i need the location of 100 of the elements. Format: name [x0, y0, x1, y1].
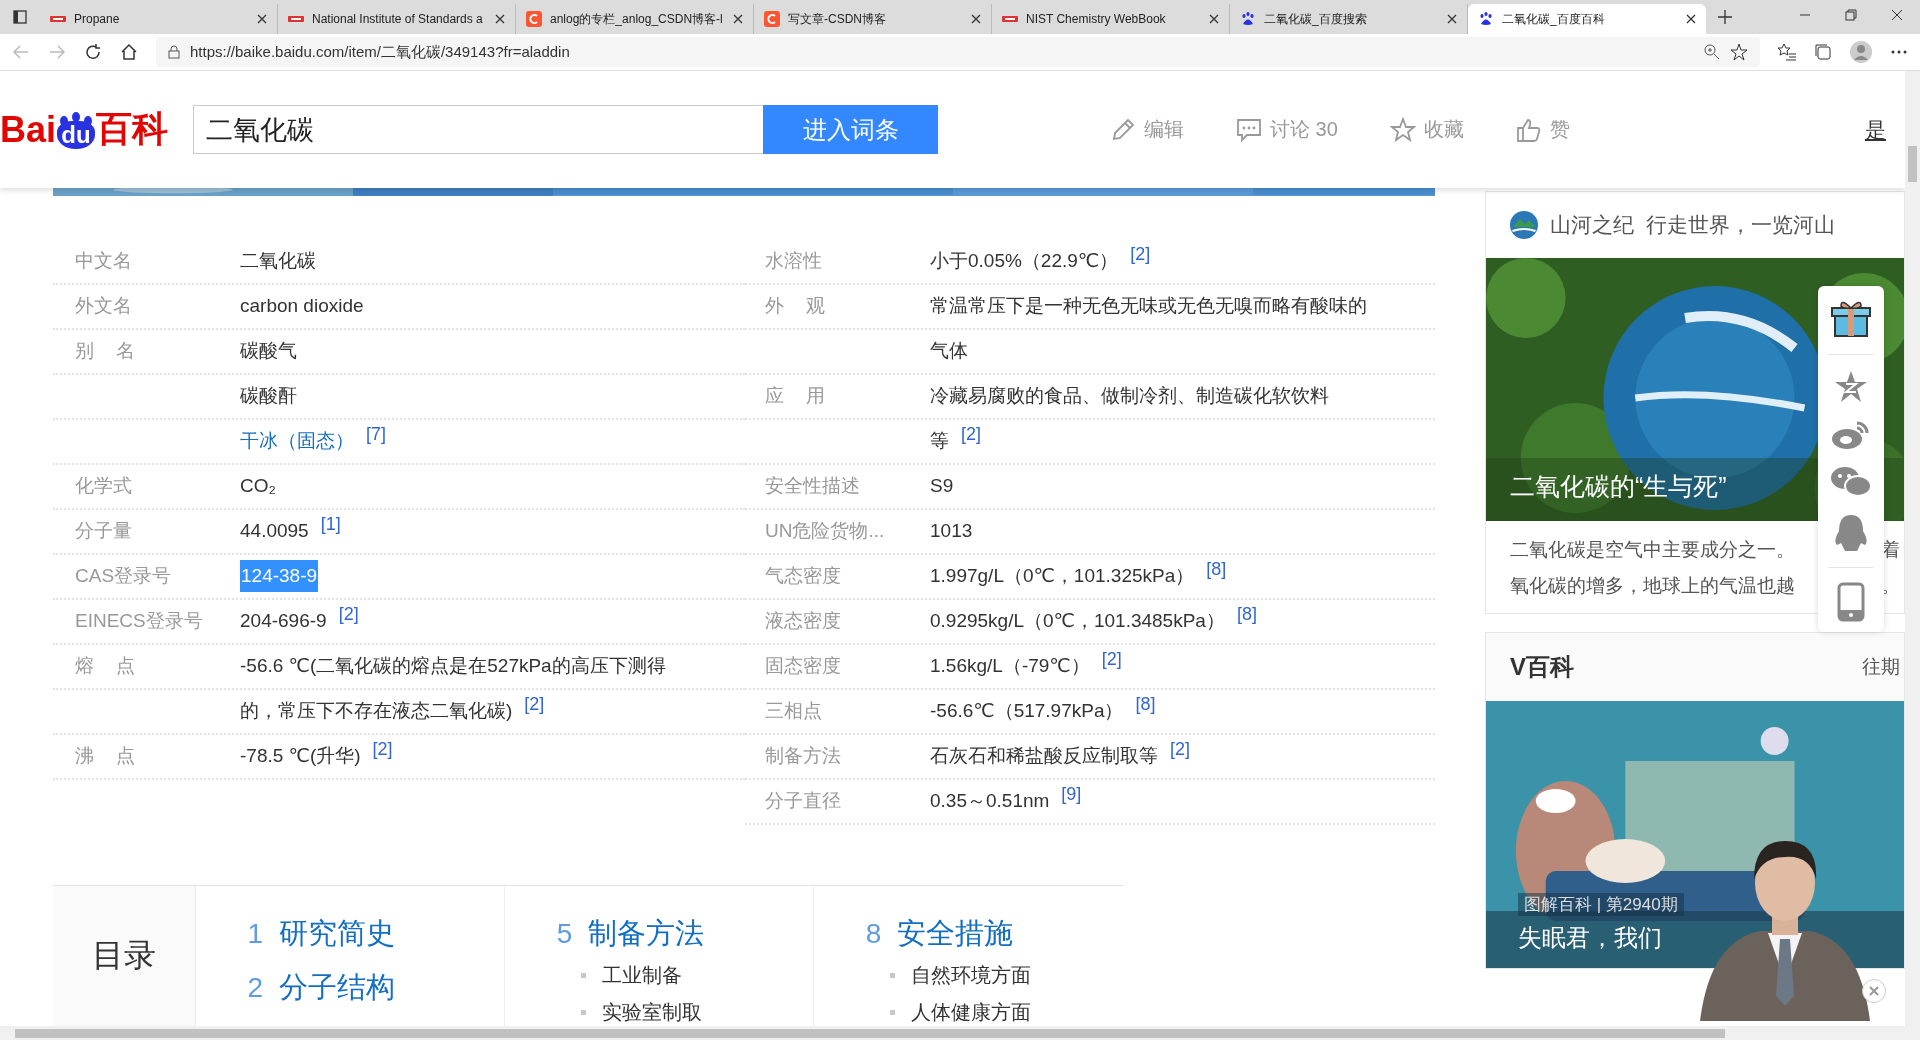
field-value: 1013 — [930, 520, 973, 543]
paw-icon — [1478, 11, 1494, 27]
browser-tab[interactable]: 二氧化碳_百度百科 — [1468, 4, 1706, 34]
value-link[interactable]: 干冰（固态） — [240, 428, 354, 455]
field-value: 冷藏易腐败的食品、做制冷剂、制造碳化软饮料 — [930, 384, 1329, 409]
tab-actions-icon[interactable] — [13, 10, 27, 24]
search-button[interactable]: 进入词条 — [763, 105, 938, 154]
bullet-icon — [889, 972, 895, 978]
logo-icon — [764, 11, 780, 27]
field-label: 中文名 — [75, 250, 132, 272]
reference-link[interactable]: [1] — [320, 513, 341, 535]
new-tab-icon[interactable] — [1718, 10, 1732, 24]
reference-link[interactable]: [2] — [1130, 243, 1151, 265]
field-value: 碳酸气 — [240, 339, 297, 364]
close-icon[interactable] — [733, 14, 743, 24]
avatar-icon[interactable] — [1850, 41, 1872, 63]
site-icon — [1002, 15, 1018, 23]
more-link[interactable]: 往期 — [1862, 654, 1900, 680]
field-label: 外文名 — [75, 295, 132, 317]
thumbs-up-icon — [1515, 116, 1542, 143]
bullet-icon — [889, 1009, 895, 1015]
logo-icon — [526, 11, 542, 27]
toc-link[interactable]: 研究简史 — [279, 913, 396, 954]
action-button[interactable]: 收藏 — [1389, 116, 1464, 143]
reference-link[interactable]: [2] — [524, 693, 545, 715]
toc-link[interactable]: 安全措施 — [897, 913, 1014, 954]
summary-text: 二氧化碳是空气中主要成分之一。 — [1510, 538, 1795, 562]
field-label: 气态密度 — [765, 565, 841, 587]
action-button[interactable]: 赞 — [1515, 116, 1570, 143]
zoom-icon[interactable] — [1704, 44, 1720, 60]
reference-link[interactable]: [8] — [1135, 693, 1156, 715]
field-value: 气体 — [930, 339, 968, 364]
toc-link[interactable]: 制备方法 — [588, 913, 705, 954]
paw-icon — [1240, 11, 1256, 27]
action-button[interactable]: 讨论 30 — [1236, 116, 1338, 143]
field-label: 水溶性 — [765, 250, 822, 272]
reference-link[interactable]: [2] — [1170, 738, 1190, 760]
scrollbar-thumb[interactable] — [15, 1029, 1725, 1038]
toc-sublink[interactable]: 实验室制取 — [601, 998, 702, 1026]
swirl-eye-icon[interactable] — [1831, 419, 1871, 451]
site-logo[interactable]: Bai du 百科 — [0, 105, 193, 154]
channel-slogan: 行走世界，一览河山 — [1646, 212, 1835, 238]
toc-link[interactable]: 分子结构 — [279, 967, 396, 1008]
reference-link[interactable]: [2] — [1101, 648, 1122, 670]
site-icon — [288, 15, 304, 23]
toc-sublink[interactable]: 人体健康方面 — [910, 998, 1031, 1026]
action-button[interactable]: 编辑 — [1110, 116, 1184, 143]
close-button[interactable] — [1862, 979, 1886, 1003]
close-icon[interactable] — [1686, 14, 1696, 24]
field-label: 熔 点 — [75, 655, 136, 677]
field-label: 外 观 — [765, 295, 826, 317]
home-icon[interactable] — [120, 43, 138, 61]
field-label: UN危险货物... — [765, 520, 885, 542]
reference-link[interactable]: [2] — [338, 603, 359, 625]
field-value: 1.56kg/L（-79℃） — [930, 654, 1090, 679]
field-value: -56.6 ℃(二氧化碳的熔点是在527kPa的高压下测得 — [240, 654, 666, 679]
field-value: 碳酸酐 — [240, 384, 297, 409]
field-value: 石灰石和稀盐酸反应制取等 — [930, 744, 1158, 769]
close-icon[interactable] — [971, 14, 981, 24]
field-value: 0.35～0.51nm — [930, 789, 1050, 814]
close-icon[interactable] — [257, 14, 267, 24]
penguin-icon[interactable] — [1833, 513, 1869, 553]
address-field[interactable]: https://baike.baidu.com/item/二氧化碳/349143?fr=aladdin — [156, 37, 1760, 67]
close-icon[interactable] — [1447, 14, 1457, 24]
field-value: CO₂ — [240, 475, 276, 498]
reference-link[interactable]: [9] — [1061, 783, 1082, 805]
toc-number: 1 — [247, 917, 264, 950]
field-value: -78.5 ℃(升华) — [240, 744, 361, 769]
more-icon[interactable] — [1890, 49, 1908, 55]
header-link[interactable]: 是 — [1865, 115, 1905, 144]
field-label: 固态密度 — [765, 655, 841, 677]
picture-caption[interactable]: 失眠君，我们 — [1518, 922, 1662, 954]
toc-sublink[interactable]: 自然环境方面 — [910, 961, 1031, 989]
reference-link[interactable]: [8] — [1236, 603, 1257, 625]
summary-text: 着 — [1881, 538, 1900, 562]
field-value: 等 — [930, 429, 949, 454]
toc-sublink[interactable]: 工业制备 — [601, 961, 682, 989]
reference-link[interactable]: [8] — [1206, 558, 1227, 580]
field-label: 分子量 — [75, 520, 132, 542]
channel-name[interactable]: 山河之纪 — [1550, 211, 1634, 239]
field-value: 0.9295kg/L（0℃，101.3485kPa） — [930, 609, 1225, 634]
chat-icon — [1236, 116, 1262, 143]
pencil-icon — [1110, 116, 1136, 143]
star-icon[interactable] — [1730, 43, 1748, 61]
field-value: 124-38-9 — [240, 560, 319, 593]
reference-link[interactable]: [2] — [961, 423, 981, 445]
close-icon[interactable] — [1209, 14, 1219, 24]
reference-link[interactable]: [2] — [372, 738, 393, 760]
star-icon[interactable] — [1833, 369, 1869, 405]
close-icon[interactable] — [495, 14, 505, 24]
phone-icon[interactable] — [1837, 582, 1865, 622]
favorites-icon[interactable] — [1778, 43, 1796, 61]
toc-number: 2 — [247, 971, 264, 1004]
scrollbar-thumb[interactable] — [1908, 146, 1917, 182]
collections-icon[interactable] — [1814, 43, 1832, 61]
search-field[interactable]: 二氧化碳 — [193, 105, 763, 154]
close-icon — [1868, 985, 1880, 997]
refresh-icon[interactable] — [84, 43, 102, 61]
reference-link[interactable]: [7] — [366, 423, 386, 445]
field-value: 44.0095 — [240, 520, 309, 543]
